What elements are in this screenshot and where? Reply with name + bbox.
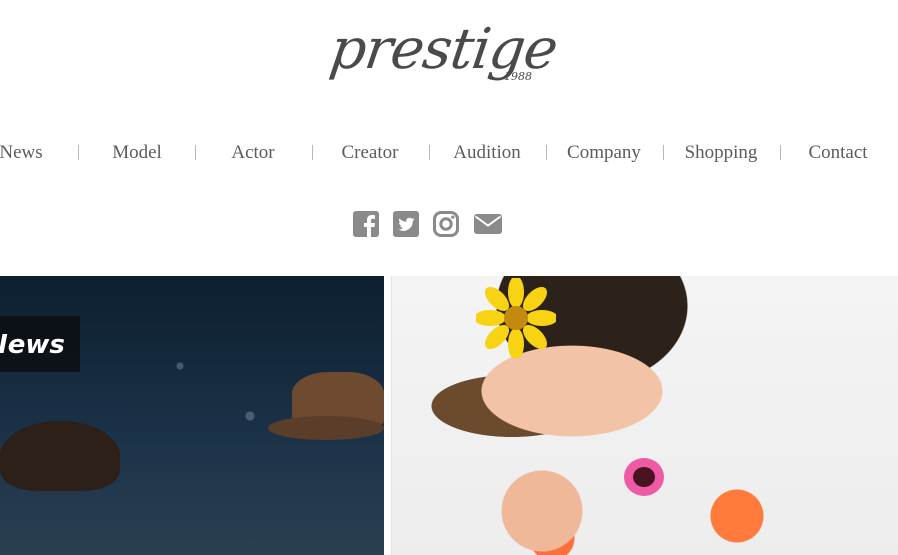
nav-divider	[195, 145, 196, 160]
nav-divider	[663, 145, 664, 160]
nav-item-news[interactable]: News	[0, 140, 44, 166]
instagram-icon[interactable]	[432, 210, 460, 238]
facebook-icon[interactable]	[352, 210, 380, 238]
mail-icon[interactable]	[473, 210, 503, 238]
site-logo[interactable]: prestige 1988	[322, 17, 561, 100]
nav-item-company[interactable]: Company	[560, 140, 648, 166]
nav-divider	[546, 145, 547, 160]
nav-divider	[312, 145, 313, 160]
nav-item-shopping[interactable]: Shopping	[675, 140, 767, 166]
hero-hat-brim	[268, 416, 384, 440]
hero-mouth	[624, 458, 664, 496]
twitter-icon[interactable]	[392, 210, 420, 238]
nav-item-audition[interactable]: Audition	[443, 140, 531, 166]
main-nav: News Model Actor Creator Audition Compan…	[0, 140, 898, 166]
news-hero-image[interactable]: News	[0, 276, 384, 555]
model-hero-image[interactable]	[391, 276, 898, 555]
nav-divider	[780, 145, 781, 160]
logo-year: 1988	[504, 70, 532, 83]
nav-divider	[429, 145, 430, 160]
social-links	[352, 210, 506, 240]
sunflower-decoration	[476, 278, 556, 358]
nav-item-creator[interactable]: Creator	[326, 140, 414, 166]
nav-item-model[interactable]: Model	[97, 140, 177, 166]
nav-item-actor[interactable]: Actor	[213, 140, 293, 166]
hero-figure	[0, 421, 120, 491]
news-section-label[interactable]: News	[0, 316, 80, 372]
nav-divider	[78, 145, 79, 160]
news-label-text: News	[0, 330, 65, 360]
nav-item-contact[interactable]: Contact	[796, 140, 880, 166]
